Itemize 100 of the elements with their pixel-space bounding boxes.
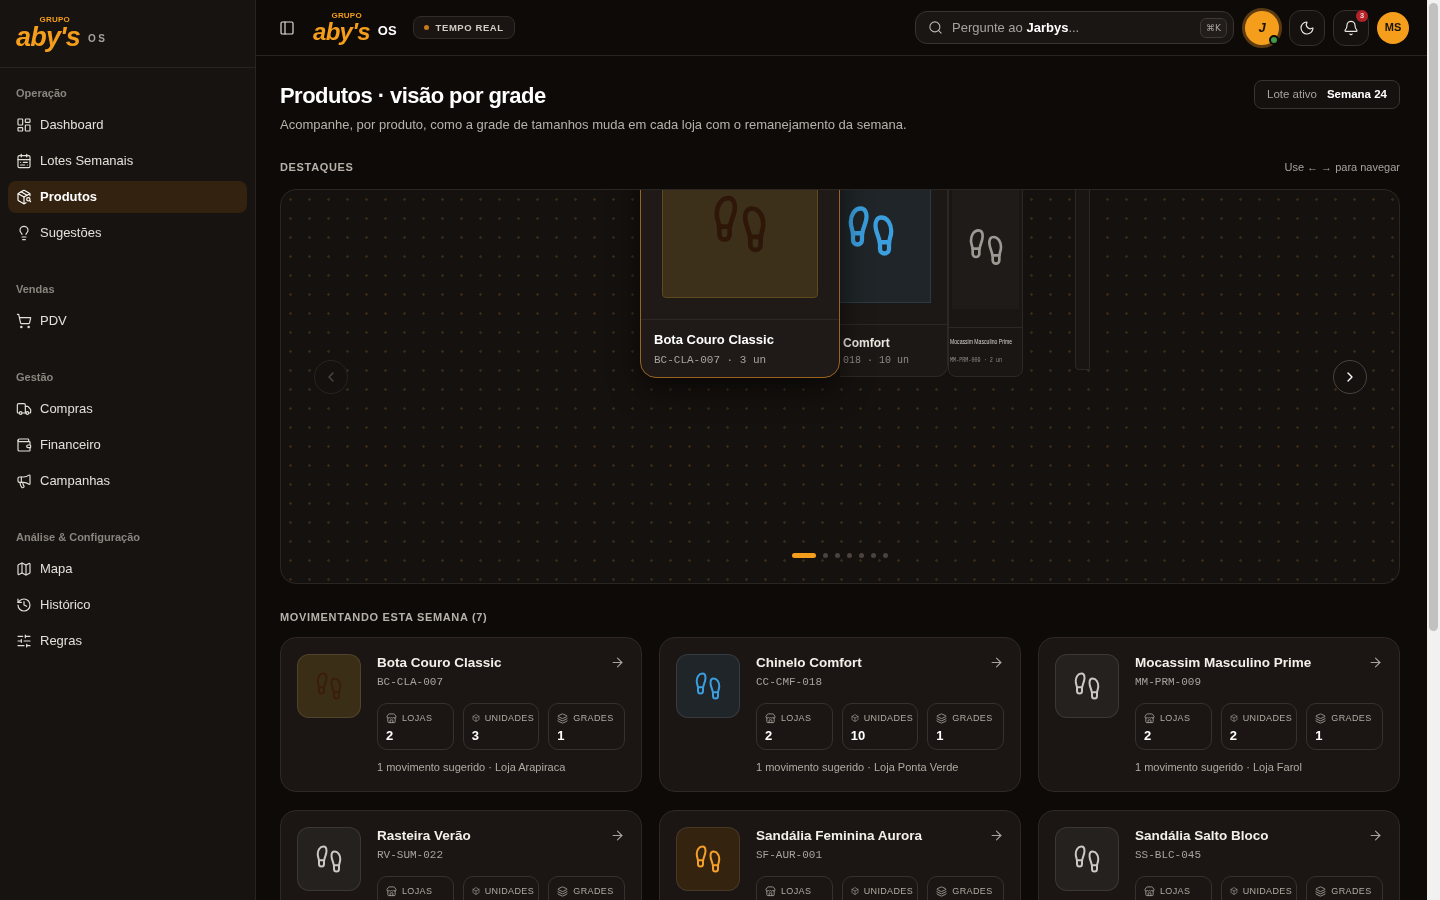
stat-label: GRADES <box>1331 885 1372 897</box>
layers-icon <box>1315 712 1327 724</box>
product-code: SF-AUR-001 <box>756 848 823 863</box>
navigation-hint: Use ← → para navegar <box>1284 160 1400 175</box>
arrow-right-icon <box>989 828 1004 843</box>
batch-label: Lote ativo <box>1267 86 1317 102</box>
box-icon <box>1229 714 1238 722</box>
stat-label: LOJAS <box>402 712 433 724</box>
sidebar-item[interactable]: Compras <box>8 393 247 425</box>
arrow-right-icon <box>1368 828 1383 843</box>
logo-tagline: GRUPO <box>331 11 362 20</box>
stat-label: UNIDADES <box>484 712 535 724</box>
layers-icon <box>1315 885 1327 897</box>
logo-suffix: OS <box>377 22 397 39</box>
product-card[interactable]: Bota Couro Classic BC-CLA-007 · 3 un <box>640 190 840 378</box>
stat-value: 3 <box>471 728 480 744</box>
sidebar-item[interactable]: Financeiro <box>8 429 247 461</box>
product-name: Bota Couro Classic <box>377 654 502 672</box>
page-title: Produtos · visão por grade <box>280 82 547 110</box>
product-card[interactable]: Sandália Feminina Aurora SF-AUR-001 LOJAS UNIDADES GRADES <box>659 810 1021 900</box>
arrow-right-icon <box>1368 655 1383 670</box>
sidebar-item[interactable]: PDV <box>8 305 247 337</box>
sidebar-item[interactable]: Lotes Semanais <box>8 145 247 177</box>
sidebar-item[interactable]: Mapa <box>8 553 247 585</box>
stat-label: LOJAS <box>781 712 812 724</box>
movement-note: 1 movimento sugerido · Loja Farol <box>1135 760 1303 775</box>
store-icon <box>386 712 397 724</box>
megaphone-icon <box>16 473 32 489</box>
box-icon <box>471 714 480 722</box>
stat-label: GRADES <box>952 885 993 897</box>
section-title: MOVIMENTANDO ESTA SEMANA (7) <box>280 610 489 625</box>
box-icon <box>471 887 480 895</box>
sidebar-section-title: Gestão <box>15 370 55 385</box>
sidebar-item[interactable]: Dashboard <box>8 109 247 141</box>
layers-icon <box>557 885 569 897</box>
arrow-right-icon <box>610 655 625 670</box>
product-card[interactable]: Chinelo Comfort CC-CMF-018 LOJAS 2 UNIDADES 10 GRADES 1 1 movimento sugerido · Loja Ponta Verde <box>659 637 1021 792</box>
sidebar-section-title: Análise & Configuração <box>15 530 142 545</box>
batch-value: Semana 24 <box>1326 86 1387 102</box>
shortcut-key: ⌘K <box>1200 17 1227 38</box>
logo-wordmark: aby's <box>313 19 370 44</box>
stat-label: LOJAS <box>781 885 812 897</box>
stat-label: LOJAS <box>1160 712 1191 724</box>
stat-label: UNIDADES <box>1242 712 1293 724</box>
stat-value: 2 <box>1144 728 1153 744</box>
product-card[interactable]: Bota Couro Classic BC-CLA-007 LOJAS 2 UNIDADES 3 GRADES 1 1 movimento sugerido · Loja Arapiraca <box>280 637 642 792</box>
logo-tagline: GRUPO <box>39 16 70 24</box>
product-card[interactable]: Mocassim Masculino Prime MM-PRM-009 LOJAS 2 UNIDADES 2 GRADES 1 1 movimento sugerido · Loja Farol <box>1038 637 1400 792</box>
page-subtitle: Acompanhe, por produto, como a grade de tamanhos muda em cada loja com o remanejamento da semana. <box>280 116 907 134</box>
product-card[interactable]: Rasteira Verão RV-SUM-022 LOJAS UNIDADES GRADES <box>280 810 642 900</box>
theme-toggle-button[interactable] <box>1289 9 1325 46</box>
product-meta: 018 · 10 un <box>843 354 910 368</box>
user-avatar[interactable]: MS <box>1377 11 1409 44</box>
box-icon <box>1229 887 1238 895</box>
scrollbar-thumb[interactable] <box>1429 3 1438 631</box>
product-code: BC-CLA-007 <box>377 675 444 690</box>
product-name: Comfort <box>843 335 891 351</box>
layers-icon <box>936 712 948 724</box>
truck-icon <box>16 401 32 417</box>
sidebar-item[interactable]: Sugestões <box>8 217 247 249</box>
status-label: TEMPO REAL <box>435 21 504 34</box>
product-name: Bota Couro Classic <box>654 331 775 349</box>
stat-value: 1 <box>936 728 945 744</box>
section-title: DESTAQUES <box>280 160 354 175</box>
store-icon <box>1144 712 1155 724</box>
box-icon <box>850 714 859 722</box>
layers-icon <box>936 885 948 897</box>
product-code: MM-PRM-009 <box>1135 675 1202 690</box>
movement-note: 1 movimento sugerido · Loja Ponta Verde <box>756 760 960 775</box>
arrow-right-icon <box>989 655 1004 670</box>
search-icon <box>928 20 943 35</box>
stat-label: UNIDADES <box>1242 885 1293 897</box>
product-code: RV-SUM-022 <box>377 848 444 863</box>
moon-icon <box>1299 19 1315 36</box>
stat-label: UNIDADES <box>863 885 914 897</box>
sidebar-item[interactable]: Campanhas <box>8 465 247 497</box>
sidebar-toggle-icon[interactable] <box>279 19 295 36</box>
stat-value: 2 <box>386 728 395 744</box>
logo-suffix: OS <box>87 33 108 45</box>
stat-label: UNIDADES <box>484 885 535 897</box>
sidebar-item[interactable]: Produtos <box>8 181 247 213</box>
store-icon <box>1144 885 1155 897</box>
sidebar-item[interactable]: Regras <box>8 625 247 657</box>
product-card[interactable]: Comfort 018 · 10 un <box>840 190 948 377</box>
search-field[interactable]: Pergunte ao Jarbys... ⌘K <box>915 11 1234 44</box>
product-code: CC-CMF-018 <box>756 675 823 690</box>
assistant-button[interactable]: J <box>1242 7 1282 48</box>
stat-label: LOJAS <box>1160 885 1191 897</box>
stat-label: GRADES <box>573 712 614 724</box>
arrow-right-icon <box>610 828 625 843</box>
product-card[interactable]: Sandália Salto Bloco SS-BLC-045 LOJAS UNIDADES GRADES <box>1038 810 1400 900</box>
stat-label: GRADES <box>952 712 993 724</box>
scrollbar[interactable] <box>1427 0 1440 900</box>
product-card[interactable] <box>1075 190 1090 370</box>
sidebar-item[interactable]: Histórico <box>8 589 247 621</box>
sliders-icon <box>16 633 32 649</box>
product-code: SS-BLC-045 <box>1135 848 1202 863</box>
next-button[interactable] <box>1333 360 1367 394</box>
product-name: Mocassim Masculino Prime <box>1135 654 1312 672</box>
stat-label: GRADES <box>1331 712 1372 724</box>
